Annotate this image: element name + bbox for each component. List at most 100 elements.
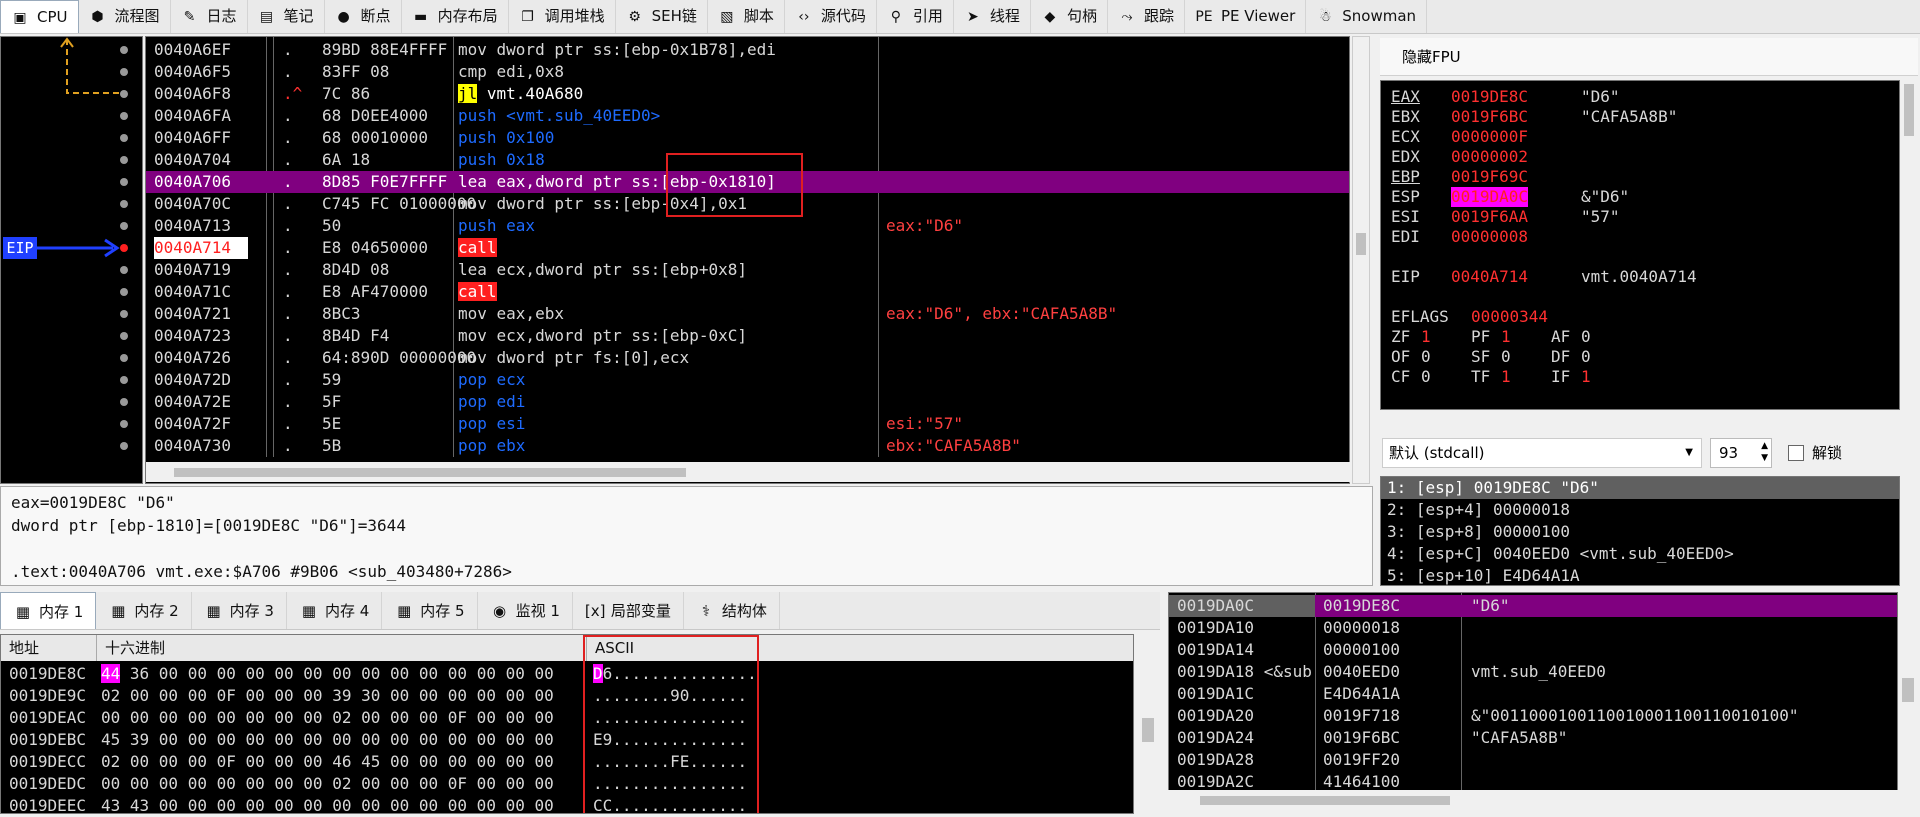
stack-arg-row[interactable]: 5: [esp+10] E4D64A1A: [1381, 565, 1899, 585]
breakpoint-dot-icon[interactable]: [120, 376, 128, 384]
register-row[interactable]: [1381, 247, 1899, 267]
tab-breakpoint[interactable]: ● 断点: [325, 0, 402, 33]
disasm-row[interactable]: 0040A714. E8 04650000 call: [146, 237, 1349, 259]
register-row[interactable]: EFLAGS 00000344: [1381, 307, 1899, 327]
disasm-row[interactable]: 0040A72F. 5E pop esi esi:"57": [146, 413, 1349, 435]
breakpoint-dot-icon[interactable]: [120, 200, 128, 208]
breakpoint-dot-icon[interactable]: [120, 288, 128, 296]
stack-horizontal-scrollbar[interactable]: [1168, 790, 1898, 810]
flag-value[interactable]: 0: [1421, 347, 1431, 367]
gutter-row[interactable]: [1, 127, 142, 149]
register-value[interactable]: 00000344: [1471, 307, 1548, 327]
tab-references[interactable]: ⚲ 引用: [877, 0, 954, 33]
dump-hex-bytes[interactable]: 02 00 00 00 0F 00 00 00 39 30 00 00 00 0…: [101, 685, 554, 707]
disasm-row[interactable]: 0040A713. 50 push eax eax:"D6": [146, 215, 1349, 237]
breakpoint-dot-icon[interactable]: [120, 398, 128, 406]
tab-memory-3[interactable]: ▦ 内存 3: [192, 592, 287, 629]
breakpoint-dot-icon[interactable]: [120, 156, 128, 164]
stack-arg-row[interactable]: 2: [esp+4] 00000018: [1381, 499, 1899, 521]
flags-row[interactable]: OF 0 SF 0 DF 0: [1381, 347, 1899, 367]
tab-memory-4[interactable]: ▦ 内存 4: [287, 592, 383, 629]
disasm-row[interactable]: 0040A72E. 5F pop edi: [146, 391, 1349, 413]
breakpoint-dot-icon[interactable]: [120, 244, 128, 252]
register-value[interactable]: 0000000F: [1451, 127, 1528, 147]
breakpoint-dot-icon[interactable]: [120, 134, 128, 142]
memory-dump-view[interactable]: 地址 十六进制 ASCII 0019DE8C 44 36 00 00 00 00 …: [0, 634, 1134, 814]
stack-value[interactable]: 0019FF20: [1323, 749, 1400, 771]
registers-vertical-scrollbar[interactable]: [1900, 80, 1918, 410]
register-row[interactable]: [1381, 287, 1899, 307]
dump-ascii[interactable]: ................: [593, 707, 747, 729]
arg-count-stepper[interactable]: 93 ▲ ▼: [1710, 438, 1772, 468]
gutter-row[interactable]: [1, 39, 142, 61]
gutter-row[interactable]: [1, 105, 142, 127]
flag-value[interactable]: 0: [1421, 367, 1431, 387]
dump-ascii[interactable]: D6...............: [593, 663, 757, 685]
tab-threads[interactable]: ➤ 线程: [954, 0, 1031, 33]
stack-row[interactable]: 0019DA1C E4D64A1A: [1169, 683, 1897, 705]
breakpoint-dot-icon[interactable]: [120, 222, 128, 230]
gutter-row[interactable]: [1, 215, 142, 237]
gutter-row[interactable]: [1, 237, 142, 259]
flag-value[interactable]: 0: [1581, 347, 1591, 367]
tab-pe-viewer[interactable]: PE PE Viewer: [1185, 0, 1307, 33]
register-row[interactable]: ESP 0019DA0C &"D6": [1381, 187, 1899, 207]
gutter-row[interactable]: [1, 435, 142, 457]
gutter-row[interactable]: [1, 281, 142, 303]
dump-row[interactable]: 0019DEEC 43 43 00 00 00 00 00 00 00 00 00…: [1, 795, 1133, 813]
breakpoint-dot-icon[interactable]: [120, 442, 128, 450]
register-row[interactable]: EDX 00000002: [1381, 147, 1899, 167]
gutter-row[interactable]: [1, 391, 142, 413]
disasm-row[interactable]: 0040A71C. E8 AF470000 call: [146, 281, 1349, 303]
dump-hex-bytes[interactable]: 02 00 00 00 0F 00 00 00 46 45 00 00 00 0…: [101, 751, 554, 773]
register-value[interactable]: 0019DA0C: [1451, 187, 1529, 207]
hide-fpu-button[interactable]: 隐藏FPU: [1380, 38, 1918, 76]
stack-value[interactable]: 00000100: [1323, 639, 1400, 661]
tab-handles[interactable]: ◆ 句柄: [1031, 0, 1108, 33]
flag-value[interactable]: 1: [1501, 327, 1511, 347]
stack-row[interactable]: 0019DA10 00000018: [1169, 617, 1897, 639]
breakpoint-dot-icon[interactable]: [120, 354, 128, 362]
breakpoint-dot-icon[interactable]: [120, 420, 128, 428]
register-row[interactable]: EBX 0019F6BC "CAFA5A8B": [1381, 107, 1899, 127]
tab-memory-1[interactable]: ▦ 内存 1: [0, 592, 97, 629]
register-value[interactable]: 00000002: [1451, 147, 1528, 167]
stepper-arrows-icon[interactable]: ▲ ▼: [1761, 440, 1768, 464]
dump-ascii[interactable]: ................: [593, 773, 747, 795]
disasm-row[interactable]: 0040A726. 64:890D 00000000 mov dword ptr f…: [146, 347, 1349, 369]
register-value[interactable]: 0019F6BC: [1451, 107, 1528, 127]
stack-row[interactable]: 0019DA18 <&sub 0040EED0 vmt.sub_40EED0: [1169, 661, 1897, 683]
gutter-row[interactable]: [1, 303, 142, 325]
stack-view[interactable]: 0019DA0C 0019DE8C "D6" 0019DA10 00000018 0019…: [1168, 592, 1898, 800]
disassembly-view[interactable]: 0040A6EF. 89BD 88E4FFFF mov dword ptr ss:[…: [145, 36, 1350, 484]
dump-hex-bytes[interactable]: 43 43 00 00 00 00 00 00 00 00 00 00 00 0…: [101, 795, 554, 813]
dump-header-hex[interactable]: 十六进制: [97, 635, 587, 661]
breakpoint-dot-icon[interactable]: [120, 266, 128, 274]
stack-value[interactable]: 0040EED0: [1323, 661, 1400, 683]
register-value[interactable]: 00000008: [1451, 227, 1528, 247]
register-value[interactable]: 0040A714: [1451, 267, 1528, 287]
stack-value[interactable]: 0019F6BC: [1323, 727, 1400, 749]
tab-memory-2[interactable]: ▦ 内存 2: [96, 592, 192, 629]
breakpoint-dot-icon[interactable]: [120, 332, 128, 340]
register-row[interactable]: EDI 00000008: [1381, 227, 1899, 247]
stack-vertical-scrollbar[interactable]: [1898, 592, 1918, 800]
dump-header-address[interactable]: 地址: [1, 635, 97, 661]
flag-value[interactable]: 1: [1421, 327, 1431, 347]
breakpoint-dot-icon[interactable]: [120, 310, 128, 318]
register-value[interactable]: 0019F6AA: [1451, 207, 1528, 227]
tab-notes[interactable]: ▤ 笔记: [248, 0, 325, 33]
stack-row[interactable]: 0019DA24 0019F6BC "CAFA5A8B": [1169, 727, 1897, 749]
stack-arguments-panel[interactable]: 1: [esp] 0019DE8C "D6" 2: [esp+4] 0000001…: [1380, 476, 1900, 586]
disasm-gutter[interactable]: EIP: [0, 36, 143, 484]
dump-row[interactable]: 0019DECC 02 00 00 00 0F 00 00 00 46 45 00…: [1, 751, 1133, 773]
tab-flowchart[interactable]: ⬢ 流程图: [79, 0, 171, 33]
tab-log[interactable]: ✎ 日志: [171, 0, 248, 33]
tab-locals[interactable]: [x] 局部变量: [573, 592, 684, 629]
disasm-row[interactable]: 0040A70C. C745 FC 01000000 mov dword ptr s…: [146, 193, 1349, 215]
dump-row[interactable]: 0019DE8C 44 36 00 00 00 00 00 00 00 00 00…: [1, 663, 1133, 685]
flag-value[interactable]: 0: [1581, 327, 1591, 347]
tab-trace[interactable]: ⤳ 跟踪: [1108, 0, 1185, 33]
disasm-row[interactable]: 0040A721. 8BC3 mov eax,ebx eax:"D6", ebx:"C…: [146, 303, 1349, 325]
gutter-row[interactable]: [1, 369, 142, 391]
